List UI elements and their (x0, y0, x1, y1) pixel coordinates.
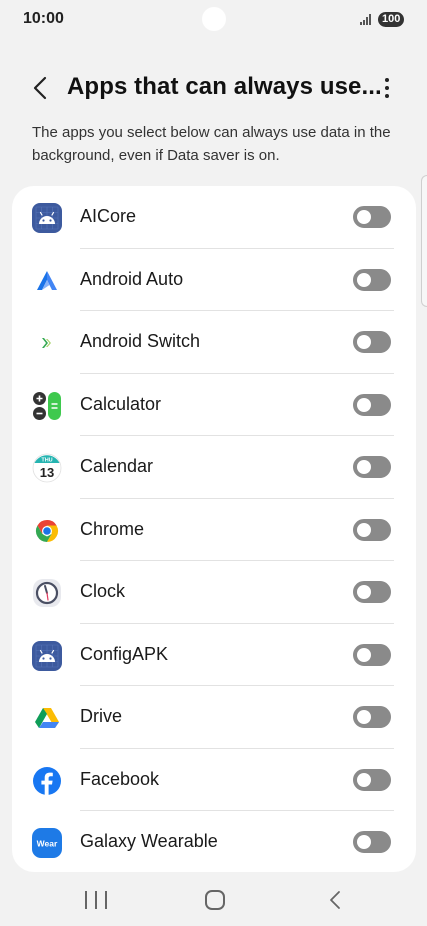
navigation-bar (0, 876, 427, 926)
list-item-android-auto[interactable]: Android Auto (12, 249, 416, 311)
app-name: Chrome (80, 518, 145, 539)
data-access-toggle[interactable] (353, 268, 391, 291)
back-icon[interactable] (326, 890, 346, 910)
data-access-toggle[interactable] (353, 518, 391, 541)
data-access-toggle[interactable] (353, 331, 391, 353)
list-item-aicore[interactable]: AICore (12, 186, 416, 249)
battery-indicator: 100 (378, 12, 405, 27)
facebook-icon (33, 766, 61, 795)
status-time: 10:00 (23, 10, 64, 27)
data-access-toggle[interactable] (353, 643, 391, 666)
recents-icon[interactable] (85, 891, 107, 909)
home-icon[interactable] (205, 890, 225, 910)
calendar-icon: THU 13 (32, 453, 62, 483)
camera-cutout (202, 7, 226, 31)
android-switch-icon (42, 338, 51, 348)
data-access-toggle[interactable] (353, 581, 391, 603)
app-bar: Apps that can always use... (0, 66, 427, 110)
data-access-toggle[interactable] (353, 768, 391, 791)
status-bar: 10:00 100 (0, 0, 427, 40)
calendar-icon-date: 13 (40, 465, 54, 480)
list-item-calculator[interactable]: Calculator (12, 374, 416, 436)
app-name: Android Auto (80, 268, 184, 289)
list-item-calendar[interactable]: THU 13 Calendar (12, 436, 416, 499)
app-name: Galaxy Wearable (80, 831, 218, 851)
page-description: The apps you select below can always use… (32, 124, 391, 164)
drive-icon (35, 708, 59, 728)
data-access-toggle[interactable] (353, 393, 391, 416)
app-name: Calculator (80, 393, 162, 414)
list-item-configapk[interactable]: ConfigAPK (12, 624, 416, 686)
app-name: AICore (80, 206, 137, 226)
data-access-toggle[interactable] (353, 831, 391, 853)
app-name: Drive (80, 706, 123, 726)
list-item-clock[interactable]: Clock (12, 561, 416, 624)
list-item-chrome[interactable]: Chrome (12, 499, 416, 561)
clock-icon (33, 579, 61, 607)
data-access-toggle[interactable] (353, 206, 391, 228)
data-access-toggle[interactable] (353, 456, 391, 478)
chrome-icon (35, 519, 59, 542)
android-icon (32, 203, 62, 233)
app-list: AICore Android Auto Android Switch Calcu… (12, 186, 416, 872)
list-item-drive[interactable]: Drive (12, 686, 416, 749)
more-vertical-icon (385, 78, 389, 82)
android-icon (32, 640, 62, 671)
calendar-icon-day: THU (41, 458, 52, 464)
signal-icon (360, 13, 374, 25)
calculator-icon (33, 391, 61, 420)
app-name: Android Switch (80, 331, 201, 351)
chevron-left-icon (33, 76, 47, 100)
app-name: ConfigAPK (80, 643, 169, 664)
app-name: Clock (80, 581, 126, 601)
list-item-galaxy-wearable[interactable]: Wear Galaxy Wearable (12, 811, 416, 872)
back-button[interactable] (26, 74, 54, 102)
galaxy-wearable-icon-label: Wear (37, 839, 58, 849)
app-name: Facebook (80, 768, 160, 789)
scrollbar[interactable] (421, 175, 427, 307)
app-name: Calendar (80, 456, 154, 476)
data-access-toggle[interactable] (353, 706, 391, 728)
list-item-android-switch[interactable]: Android Switch (12, 311, 416, 374)
more-options-button[interactable] (374, 74, 400, 102)
page-title: Apps that can always use... (67, 73, 382, 100)
android-auto-icon (37, 270, 57, 290)
galaxy-wearable-icon: Wear (32, 828, 62, 858)
list-item-facebook[interactable]: Facebook (12, 749, 416, 811)
